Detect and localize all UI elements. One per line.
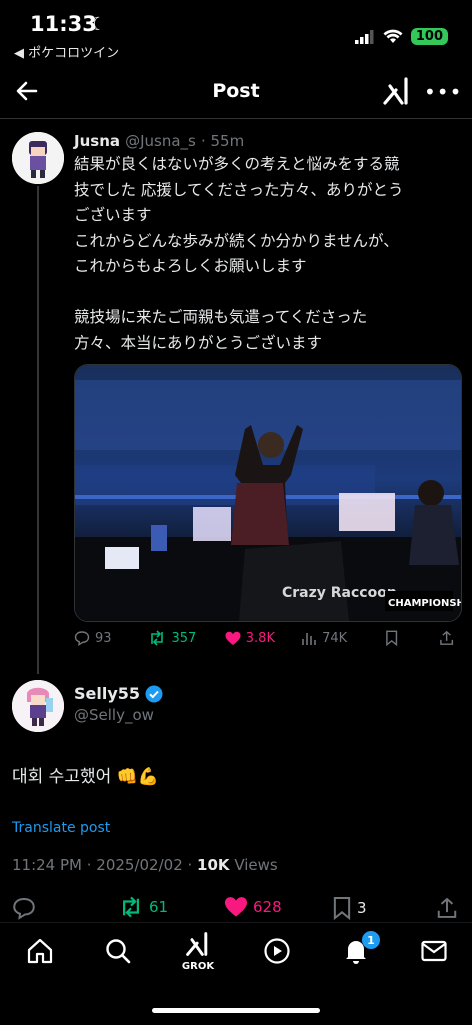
like-button[interactable]: 3.8K	[225, 631, 301, 646]
main-tweet-actions: 61 628 3	[0, 896, 472, 922]
main-bookmark-count: 3	[357, 899, 367, 917]
main-like-count: 628	[253, 898, 282, 916]
repost-count: 357	[171, 630, 197, 646]
like-icon	[225, 897, 247, 917]
avatar-jusna[interactable]	[12, 132, 64, 184]
author-name[interactable]: Jusna	[74, 132, 120, 150]
like-icon	[225, 631, 241, 645]
tab-grok[interactable]: GROK	[180, 931, 216, 972]
repost-icon	[123, 896, 139, 918]
repost-button[interactable]: 357	[148, 630, 224, 646]
moon-icon: ☾	[90, 14, 107, 35]
main-bookmark-button[interactable]: 3	[332, 896, 367, 920]
grok-tab-label: GROK	[181, 961, 215, 972]
parent-tweet-header: Jusna @Jusna_s · 55m	[74, 131, 244, 150]
grok-icon	[186, 932, 208, 956]
parent-tweet-text: 結果が良くはないが多くの考えと悩みをする競 技でした 応援してくださった方々、あ…	[74, 155, 404, 352]
emoji-fist-muscle: 👊💪	[116, 767, 159, 787]
back-to-app-link[interactable]: ◀ ポケコロツイン	[14, 42, 119, 61]
parent-tweet-actions: 93 357 3.8K 74K	[74, 630, 454, 646]
tweet-media-photo[interactable]: Crazy Raccoon CHAMPIONSHIP	[74, 364, 462, 622]
reply-button[interactable]: 93	[74, 630, 148, 646]
main-tweet-text: 대회 수고했어 👊💪	[12, 762, 159, 787]
main-tweet-body: 대회 수고했어	[12, 767, 117, 787]
meta-timestamp: 11:24 PM · 2025/02/02 ·	[12, 856, 198, 874]
tweet-time: · 55m	[200, 132, 245, 150]
more-icon[interactable]: •••	[424, 80, 462, 104]
meta-views-count: 10K	[197, 856, 230, 874]
arena-photo: Crazy Raccoon CHAMPIONSHIP	[75, 365, 461, 621]
status-time: 11:33	[30, 12, 97, 36]
main-repost-button[interactable]: 61	[118, 896, 168, 918]
reply-icon[interactable]	[12, 896, 36, 920]
author-handle[interactable]: @Jusna_s	[125, 132, 196, 150]
reply-count: 93	[95, 630, 112, 646]
header-divider	[0, 118, 472, 119]
main-like-button[interactable]: 628	[224, 896, 282, 918]
main-author-name[interactable]: Selly55	[74, 684, 140, 703]
verified-badge-icon	[145, 685, 163, 702]
reply-icon	[74, 631, 90, 646]
translate-post-link[interactable]: Translate post	[12, 820, 110, 836]
signal-icon	[354, 29, 374, 44]
share-icon[interactable]	[439, 630, 454, 646]
avatar-selly[interactable]	[12, 680, 64, 732]
bookmark-icon	[333, 897, 351, 920]
notification-badge: 1	[362, 931, 380, 949]
search-icon[interactable]	[104, 937, 132, 965]
play-icon[interactable]	[263, 937, 291, 965]
views-button[interactable]: 74K	[301, 630, 379, 646]
main-author-row: Selly55	[74, 684, 163, 703]
meta-views-label: Views	[229, 856, 278, 874]
media-banner-text: CHAMPIONSHIP	[388, 598, 461, 609]
thread-connector	[37, 186, 39, 674]
media-brand-text: Crazy Raccoon	[282, 585, 397, 601]
home-icon[interactable]	[26, 937, 54, 965]
main-author-handle[interactable]: @Selly_ow	[74, 706, 154, 724]
wifi-icon	[383, 29, 403, 43]
main-repost-count: 61	[149, 898, 169, 916]
views-count: 74K	[322, 630, 348, 646]
status-indicators: 100	[354, 28, 448, 45]
grok-icon[interactable]	[382, 76, 412, 106]
like-count: 3.8K	[245, 630, 275, 646]
repost-icon	[151, 630, 164, 646]
tab-notifications[interactable]: 1	[342, 931, 380, 969]
home-indicator[interactable]	[152, 1008, 320, 1013]
bookmark-icon[interactable]	[385, 630, 398, 646]
share-icon[interactable]	[436, 896, 458, 920]
tweet-meta: 11:24 PM · 2025/02/02 · 10K Views	[12, 856, 278, 874]
battery-indicator: 100	[410, 28, 448, 45]
views-icon	[302, 633, 316, 645]
mail-icon[interactable]	[420, 938, 448, 964]
